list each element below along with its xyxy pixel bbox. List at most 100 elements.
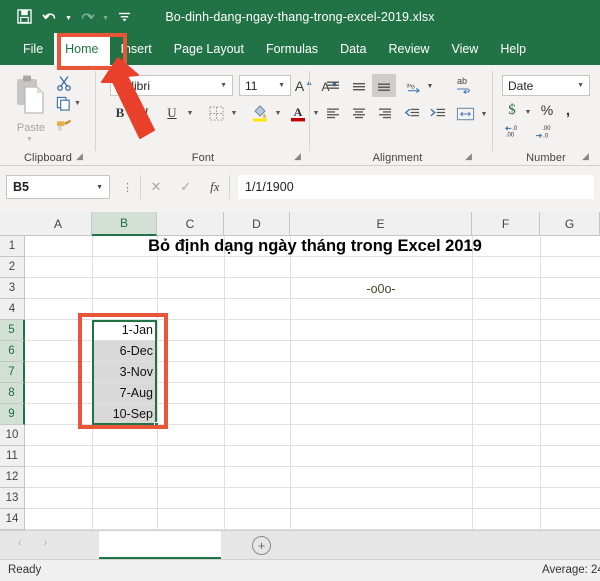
column-header-f[interactable]: F bbox=[472, 212, 540, 236]
number-format-dropdown-icon[interactable]: ▼ bbox=[577, 82, 589, 89]
tab-data[interactable]: Data bbox=[329, 33, 377, 65]
merge-center-icon[interactable] bbox=[452, 103, 478, 124]
row-header-12[interactable]: 12 bbox=[0, 467, 25, 488]
ribbon-group-font: Calibri ▼ 11 ▼ A ▲ A ▼ B I U ▼ bbox=[96, 65, 338, 166]
cell-b5[interactable]: 1-Jan bbox=[93, 320, 156, 340]
align-bottom-icon[interactable] bbox=[372, 74, 396, 97]
row-header-10[interactable]: 10 bbox=[0, 425, 25, 446]
cut-icon[interactable] bbox=[56, 75, 72, 91]
tab-formulas[interactable]: Formulas bbox=[255, 33, 329, 65]
underline-dropdown-icon[interactable]: ▼ bbox=[184, 105, 196, 121]
paste-dropdown-icon[interactable]: ▼ bbox=[26, 136, 33, 143]
decrease-indent-icon[interactable] bbox=[400, 103, 422, 123]
formula-input[interactable]: 1/1/1900 bbox=[238, 175, 594, 199]
tab-view[interactable]: View bbox=[440, 33, 489, 65]
ribbon-group-number: Date ▼ $ ▼ % , .0 .00 .00 .0 Number ◢ bbox=[492, 65, 600, 166]
name-box-dropdown-icon[interactable]: ▼ bbox=[96, 184, 109, 191]
row-header-14[interactable]: 14 bbox=[0, 509, 25, 530]
insert-function-icon[interactable]: fx bbox=[210, 179, 219, 195]
font-size-combo[interactable]: 11 ▼ bbox=[239, 75, 291, 96]
tab-review[interactable]: Review bbox=[377, 33, 440, 65]
comma-icon[interactable]: , bbox=[560, 100, 576, 120]
row-header-2[interactable]: 2 bbox=[0, 257, 25, 278]
percent-icon[interactable]: % bbox=[538, 100, 556, 120]
tab-insert[interactable]: Insert bbox=[110, 33, 163, 65]
copy-icon[interactable]: ▼ bbox=[56, 96, 81, 111]
prev-sheet-icon[interactable]: ‹ bbox=[18, 537, 22, 549]
row-header-8[interactable]: 8 bbox=[0, 383, 25, 404]
font-name-dropdown-icon[interactable]: ▼ bbox=[220, 82, 232, 89]
font-size-dropdown-icon[interactable]: ▼ bbox=[278, 82, 290, 89]
column-header-d[interactable]: D bbox=[224, 212, 290, 236]
enter-formula-icon[interactable]: ✓ bbox=[180, 179, 191, 195]
cell-area[interactable]: Bỏ định dạng ngày tháng trong Excel 2019… bbox=[25, 236, 600, 530]
orientation-dropdown-icon[interactable]: ▼ bbox=[424, 78, 436, 94]
formula-bar-buttons: ✕ ✓ fx bbox=[140, 175, 230, 199]
cell-subtitle[interactable]: -o0o- bbox=[290, 278, 472, 299]
row-header-6[interactable]: 6 bbox=[0, 341, 25, 362]
row-header-3[interactable]: 3 bbox=[0, 278, 25, 299]
bold-icon[interactable]: B bbox=[110, 103, 130, 123]
title-bar: ▼ ▼ Bo-dinh-dang-ngay-thang-trong-excel-… bbox=[0, 0, 600, 33]
row-header-4[interactable]: 4 bbox=[0, 299, 25, 320]
increase-decimal-icon[interactable]: .0 .00 bbox=[502, 123, 528, 141]
cell-title[interactable]: Bỏ định dạng ngày tháng trong Excel 2019 bbox=[65, 236, 565, 257]
next-sheet-icon[interactable]: › bbox=[44, 537, 48, 549]
number-format-combo[interactable]: Date ▼ bbox=[502, 75, 590, 96]
cell-b8[interactable]: 7-Aug bbox=[93, 383, 156, 403]
wrap-text-icon[interactable]: ab bbox=[452, 74, 478, 97]
tab-page-layout[interactable]: Page Layout bbox=[163, 33, 255, 65]
italic-icon[interactable]: I bbox=[136, 103, 156, 123]
underline-icon[interactable]: U bbox=[162, 103, 182, 123]
orientation-icon[interactable]: a b bbox=[402, 76, 424, 96]
copy-dropdown-icon[interactable]: ▼ bbox=[74, 100, 81, 107]
cell-b6[interactable]: 6-Dec bbox=[93, 341, 156, 361]
format-painter-icon[interactable]: ▼ bbox=[56, 117, 83, 133]
column-header-c[interactable]: C bbox=[157, 212, 224, 236]
fill-handle[interactable] bbox=[154, 422, 159, 427]
align-top-icon[interactable] bbox=[322, 76, 344, 96]
number-dialog-launcher[interactable]: ◢ bbox=[582, 151, 589, 162]
currency-icon[interactable]: $ bbox=[504, 100, 520, 120]
align-middle-icon[interactable] bbox=[348, 76, 370, 96]
decrease-decimal-icon[interactable]: .00 .0 bbox=[532, 123, 558, 141]
cancel-formula-icon[interactable]: ✕ bbox=[150, 179, 161, 195]
align-center-icon[interactable] bbox=[348, 103, 370, 123]
row-header-1[interactable]: 1 bbox=[0, 236, 25, 257]
row-header-11[interactable]: 11 bbox=[0, 446, 25, 467]
row-header-13[interactable]: 13 bbox=[0, 488, 25, 509]
fill-color-dropdown-icon[interactable]: ▼ bbox=[272, 105, 284, 121]
currency-dropdown-icon[interactable]: ▼ bbox=[522, 104, 534, 120]
font-name-combo[interactable]: Calibri ▼ bbox=[110, 75, 233, 96]
cell-b7[interactable]: 3-Nov bbox=[93, 362, 156, 382]
sheet-tab[interactable] bbox=[99, 531, 221, 559]
merge-center-dropdown-icon[interactable]: ▼ bbox=[478, 106, 490, 122]
sheet-tab-bar: ‹ › + bbox=[0, 530, 600, 559]
name-box[interactable]: B5 ▼ bbox=[6, 175, 110, 199]
add-sheet-icon[interactable]: + bbox=[252, 536, 271, 555]
column-header-a[interactable]: A bbox=[25, 212, 92, 236]
ribbon-tab-strip: File Home Insert Page Layout Formulas Da… bbox=[0, 33, 600, 65]
fill-color-icon[interactable] bbox=[250, 102, 270, 123]
row-header-5[interactable]: 5 bbox=[0, 320, 25, 341]
align-left-icon[interactable] bbox=[322, 103, 344, 123]
align-right-icon[interactable] bbox=[374, 103, 396, 123]
borders-icon[interactable] bbox=[206, 103, 226, 123]
cell-b9[interactable]: 10-Sep bbox=[93, 404, 156, 424]
tab-help[interactable]: Help bbox=[489, 33, 537, 65]
column-header-b[interactable]: B bbox=[92, 212, 157, 236]
column-header-g[interactable]: G bbox=[540, 212, 600, 236]
column-header-e[interactable]: E bbox=[290, 212, 472, 236]
font-color-icon[interactable]: A bbox=[288, 102, 308, 123]
borders-dropdown-icon[interactable]: ▼ bbox=[228, 105, 240, 121]
row-header-7[interactable]: 7 bbox=[0, 362, 25, 383]
grid-line-horizontal bbox=[25, 487, 600, 488]
alignment-dialog-launcher[interactable]: ◢ bbox=[465, 151, 472, 162]
row-header-9[interactable]: 9 bbox=[0, 404, 25, 425]
clipboard-dialog-launcher[interactable]: ◢ bbox=[76, 151, 83, 162]
tab-file[interactable]: File bbox=[12, 33, 54, 65]
tab-home[interactable]: Home bbox=[54, 33, 110, 65]
font-dialog-launcher[interactable]: ◢ bbox=[294, 151, 301, 162]
increase-indent-icon[interactable] bbox=[426, 103, 448, 123]
paste-icon[interactable] bbox=[12, 73, 50, 121]
